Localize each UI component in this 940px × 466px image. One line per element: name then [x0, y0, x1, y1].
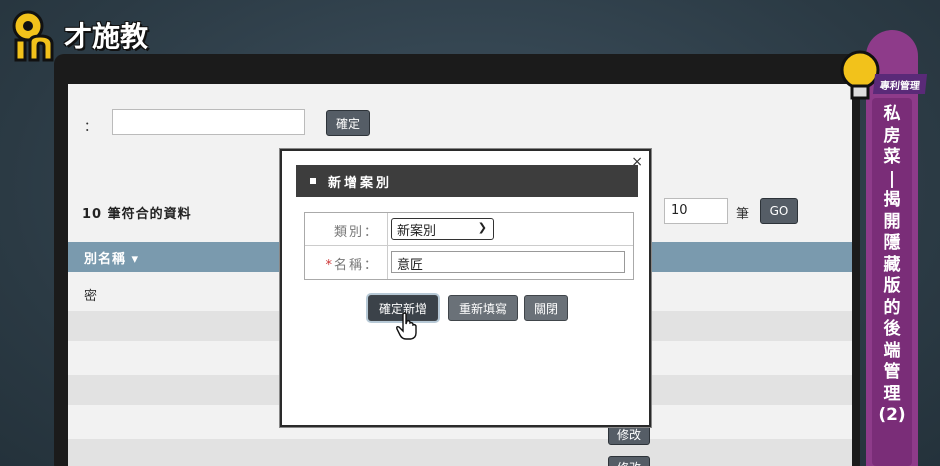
page-size-unit: 筆 — [736, 207, 750, 222]
dialog-title-bar: 新增案別 — [296, 165, 638, 197]
category-select[interactable]: 新案別 ❯ — [391, 218, 494, 240]
name-label-text: 名稱： — [333, 258, 379, 273]
close-button[interactable]: 關閉 — [524, 295, 568, 321]
form-row-category: 類別： 新案別 ❯ — [305, 213, 633, 246]
search-confirm-button[interactable]: 確定 — [326, 110, 370, 136]
name-label: *名稱： — [325, 254, 379, 273]
brand-mark-icon — [12, 10, 54, 62]
required-asterisk: * — [325, 258, 334, 273]
chevron-down-icon: ❯ — [477, 221, 487, 234]
title-char: 的 — [883, 297, 901, 318]
dialog-title: 新增案別 — [328, 175, 393, 191]
add-category-dialog: × 新增案別 類別： 新案別 ❯ *名稱： 意匠 確定新增 重新填寫 關閉 — [280, 149, 651, 427]
series-title: 私 房 菜 | 揭 開 隱 藏 版 的 後 端 管 理 (2) — [872, 104, 912, 427]
title-char: | — [888, 168, 896, 189]
hand-pointer-icon — [396, 312, 417, 340]
title-char: 後 — [883, 319, 901, 339]
title-char: 隱 — [883, 233, 901, 253]
form-row-name: *名稱： 意匠 — [305, 246, 633, 279]
name-input[interactable]: 意匠 — [391, 251, 625, 273]
edit-button[interactable]: 修改 — [608, 456, 650, 466]
reset-button[interactable]: 重新填寫 — [448, 295, 518, 321]
page-size-input[interactable]: 10 — [664, 198, 728, 224]
title-char: 管 — [883, 362, 901, 382]
topic-tag: 專利管理 — [872, 74, 928, 94]
title-char: 端 — [883, 340, 901, 361]
go-button[interactable]: GO — [760, 198, 798, 224]
search-input[interactable] — [112, 109, 305, 135]
title-char: 理 — [883, 383, 901, 404]
title-char: 私 — [883, 104, 901, 124]
title-char: (2) — [878, 405, 906, 425]
category-label: 類別： — [333, 225, 379, 240]
brand-name: 才施教 — [64, 20, 149, 53]
title-char: 房 — [883, 125, 901, 146]
result-count: 10 筆符合的資料 — [82, 207, 192, 222]
title-char: 揭 — [883, 190, 901, 210]
square-bullet-icon — [310, 178, 316, 184]
title-char: 藏 — [883, 254, 901, 275]
title-char: 開 — [883, 211, 901, 232]
search-label: ： — [84, 120, 98, 135]
category-selected-value: 新案別 — [397, 223, 437, 239]
title-char: 菜 — [883, 147, 901, 167]
dialog-form: 類別： 新案別 ❯ *名稱： 意匠 — [304, 212, 634, 280]
table-row — [68, 439, 852, 466]
title-char: 版 — [883, 276, 901, 296]
